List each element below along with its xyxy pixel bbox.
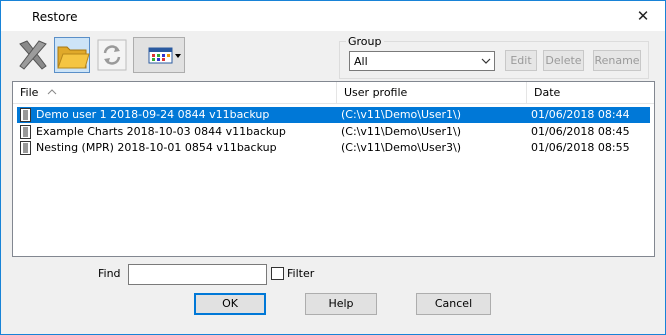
column-header-date[interactable]: Date — [527, 82, 654, 104]
group-select[interactable]: All — [349, 51, 495, 71]
list-item[interactable]: Demo user 1 2018-09-24 0844 v11backup (C… — [17, 107, 650, 123]
backup-list[interactable]: File User profile Date Demo user 1 2018-… — [12, 81, 655, 257]
title-bar: Restore ✕ — [1, 1, 665, 31]
column-header-user-profile[interactable]: User profile — [337, 82, 527, 104]
close-icon[interactable]: ✕ — [629, 4, 657, 28]
group-label: Group — [346, 35, 384, 48]
filter-checkbox[interactable] — [271, 267, 284, 280]
list-item[interactable]: Example Charts 2018-10-03 0844 v11backup… — [17, 124, 650, 140]
filter-label[interactable]: Filter — [287, 267, 314, 280]
date: 01/06/2018 08:44 — [531, 108, 630, 121]
view-options-icon — [148, 47, 181, 64]
delete-button[interactable] — [15, 37, 51, 73]
chevron-down-icon — [175, 54, 181, 58]
column-header-file[interactable]: File — [13, 82, 337, 104]
user-profile: (C:\v11\Demo\User1\) — [341, 125, 462, 138]
find-input[interactable] — [128, 264, 267, 285]
window-title: Restore — [32, 10, 78, 24]
chevron-down-icon — [481, 58, 491, 64]
edit-group-button[interactable]: Edit — [505, 50, 537, 71]
file-icon — [20, 141, 31, 155]
open-folder-button[interactable] — [54, 37, 90, 73]
find-label: Find — [98, 267, 121, 280]
refresh-button[interactable] — [95, 37, 131, 73]
rename-group-button[interactable]: Rename — [593, 50, 641, 71]
file-icon — [20, 108, 31, 122]
column-header-file-label: File — [20, 86, 39, 99]
file-name: Demo user 1 2018-09-24 0844 v11backup — [36, 108, 270, 121]
date: 01/06/2018 08:55 — [531, 141, 630, 154]
ok-button[interactable]: OK — [194, 293, 266, 315]
user-profile: (C:\v11\Demo\User3\) — [341, 141, 462, 154]
help-button[interactable]: Help — [305, 293, 377, 315]
column-header-date-label: Date — [534, 86, 561, 99]
date: 01/06/2018 08:45 — [531, 125, 630, 138]
delete-group-button[interactable]: Delete — [543, 50, 584, 71]
list-item[interactable]: Nesting (MPR) 2018-10-01 0854 v11backup … — [17, 140, 650, 156]
cancel-button[interactable]: Cancel — [416, 293, 491, 315]
user-profile: (C:\v11\Demo\User1\) — [341, 108, 462, 121]
view-options-button[interactable] — [133, 37, 185, 73]
file-name: Nesting (MPR) 2018-10-01 0854 v11backup — [36, 141, 277, 154]
file-icon — [20, 125, 31, 139]
restore-dialog: Restore ✕ Group All Edit Delete Rename F… — [0, 0, 666, 335]
refresh-icon — [97, 39, 127, 71]
group-select-value: All — [354, 55, 368, 68]
file-name: Example Charts 2018-10-03 0844 v11backup — [36, 125, 286, 138]
delete-x-icon — [19, 40, 47, 70]
column-header-user-profile-label: User profile — [344, 86, 408, 99]
open-folder-icon — [57, 46, 90, 69]
sort-ascending-icon — [47, 89, 57, 95]
